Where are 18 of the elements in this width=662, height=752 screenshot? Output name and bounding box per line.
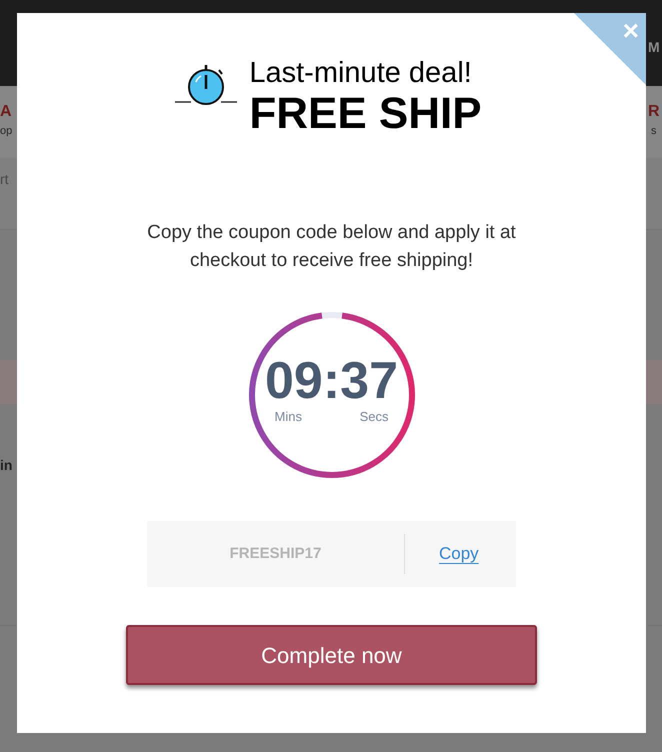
background-text: R [648, 104, 660, 120]
seconds-value: 37 [340, 355, 398, 408]
description: Copy the coupon code below and apply it at checkout to receive free shipping! [146, 221, 517, 273]
background-text: s [651, 126, 656, 137]
minutes-label: Mins [274, 408, 302, 426]
background-text: M [648, 40, 660, 54]
dialog-title: Last-minute deal! [249, 56, 473, 90]
background-text: in [0, 458, 12, 472]
minutes-value: 09 [264, 355, 323, 408]
background-text: op [0, 126, 12, 137]
close-icon[interactable]: × [622, 17, 639, 45]
background-text: A [0, 104, 12, 120]
time-separator: : [322, 355, 340, 408]
complete-now-button[interactable]: Complete now [126, 625, 537, 685]
coupon-code: FREESHIP17 [228, 544, 322, 564]
headline: FREE SHIP [249, 90, 482, 138]
seconds-label: Secs [360, 408, 388, 426]
copy-link[interactable]: Copy [439, 541, 479, 567]
